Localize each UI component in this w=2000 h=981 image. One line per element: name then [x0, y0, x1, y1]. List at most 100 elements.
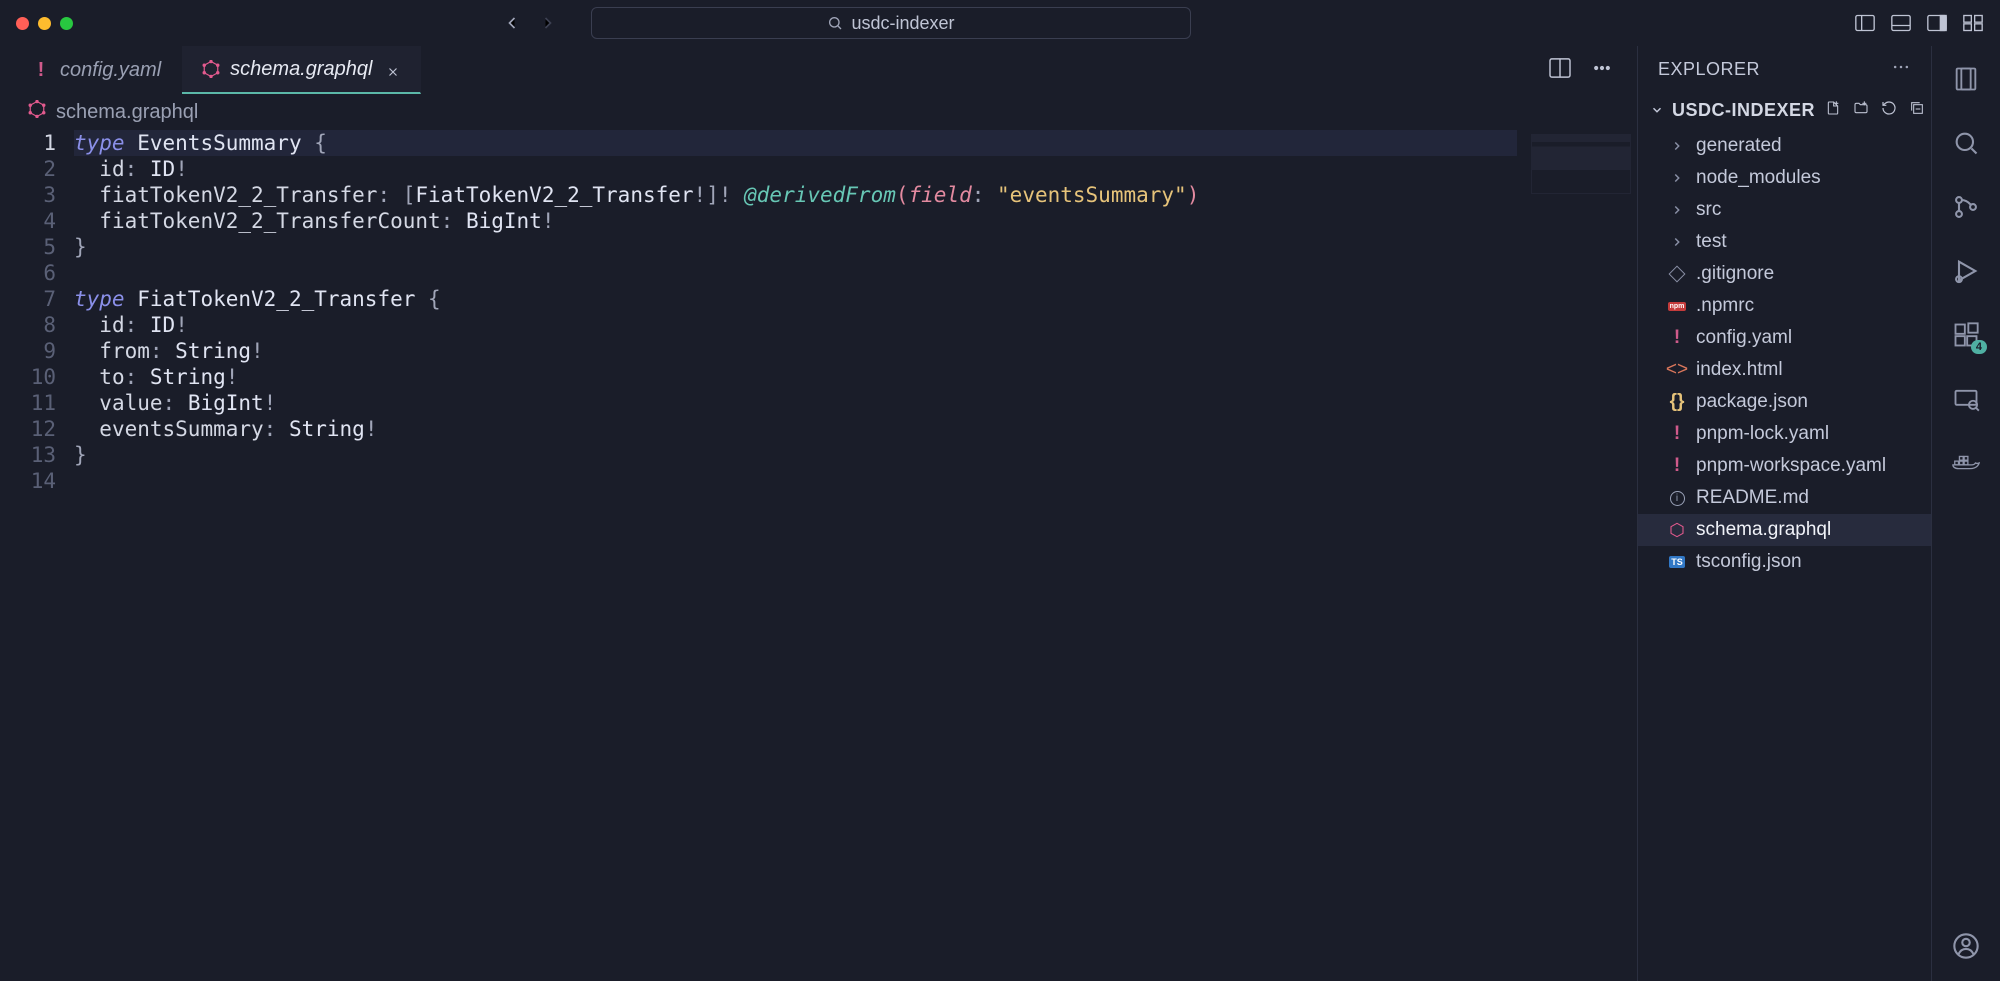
line-number: 13	[0, 442, 56, 468]
file-pnpm-lock-yaml[interactable]: !pnpm-lock.yaml	[1638, 418, 1931, 450]
activity-bar: 4	[1932, 46, 2000, 981]
search-activity-icon[interactable]	[1951, 128, 1981, 158]
minimap[interactable]	[1531, 134, 1631, 194]
gitignore-icon	[1668, 268, 1686, 280]
new-file-icon[interactable]	[1825, 100, 1841, 121]
source-control-activity-icon[interactable]	[1951, 192, 1981, 222]
code-line[interactable]: type EventsSummary {	[74, 130, 1637, 156]
extensions-update-badge: 4	[1971, 340, 1987, 354]
html-icon: <>	[1668, 359, 1686, 381]
file-README-md[interactable]: i README.md	[1638, 482, 1931, 514]
breadcrumb[interactable]: schema.graphql	[0, 94, 1637, 130]
panel-right-icon[interactable]	[1926, 13, 1948, 33]
line-number: 12	[0, 416, 56, 442]
editor-group: !config.yamlschema.graphql schema.graphq…	[0, 46, 1638, 981]
window-close-button[interactable]	[16, 17, 29, 30]
tab-bar: !config.yamlschema.graphql	[0, 46, 1637, 94]
folder-generated[interactable]: generated	[1638, 130, 1931, 162]
window-maximize-button[interactable]	[60, 17, 73, 30]
file-config-yaml[interactable]: !config.yaml	[1638, 322, 1931, 354]
file-schema-graphql[interactable]: schema.graphql	[1638, 514, 1931, 546]
arrow-left-icon	[502, 13, 522, 33]
file--npmrc[interactable]: npm .npmrc	[1638, 290, 1931, 322]
close-icon[interactable]	[386, 62, 400, 76]
folder-test[interactable]: test	[1638, 226, 1931, 258]
remote-activity-icon[interactable]	[1951, 384, 1981, 414]
tab-config-yaml[interactable]: !config.yaml	[12, 46, 182, 94]
line-number-gutter: 1234567891011121314	[0, 130, 74, 981]
line-number: 14	[0, 468, 56, 494]
tree-item-label: package.json	[1696, 391, 1808, 413]
code-line[interactable]: fiatTokenV2_2_Transfer: [FiatTokenV2_2_T…	[74, 182, 1637, 208]
run-debug-activity-icon[interactable]	[1951, 256, 1981, 286]
tree-item-label: pnpm-lock.yaml	[1696, 423, 1829, 445]
split-editor-icon[interactable]	[1549, 58, 1571, 82]
code-line[interactable]: from: String!	[74, 338, 1637, 364]
command-center-text: usdc-indexer	[851, 13, 954, 34]
explorer-sidebar: EXPLORER USDC-INDEXER generatednode_modu…	[1638, 46, 1932, 981]
extensions-activity-icon[interactable]: 4	[1951, 320, 1981, 350]
line-number: 10	[0, 364, 56, 390]
accounts-activity-icon[interactable]	[1951, 931, 1981, 961]
line-number: 3	[0, 182, 56, 208]
command-center-search[interactable]: usdc-indexer	[591, 7, 1191, 39]
editor-more-icon[interactable]	[1591, 58, 1613, 82]
tree-item-label: README.md	[1696, 487, 1809, 509]
npm-icon: npm	[1668, 302, 1686, 311]
tree-item-label: pnpm-workspace.yaml	[1696, 455, 1886, 477]
info-icon: i	[1668, 491, 1686, 506]
explorer-more-icon[interactable]	[1891, 57, 1911, 82]
panel-bottom-icon[interactable]	[1890, 13, 1912, 33]
editor-actions	[1549, 46, 1637, 94]
window-minimize-button[interactable]	[38, 17, 51, 30]
chevron-down-icon	[1650, 103, 1664, 117]
code-line[interactable]: eventsSummary: String!	[74, 416, 1637, 442]
title-bar: usdc-indexer	[0, 0, 2000, 46]
code-line[interactable]: to: String!	[74, 364, 1637, 390]
tree-item-label: .npmrc	[1696, 295, 1754, 317]
line-number: 6	[0, 260, 56, 286]
code-line[interactable]: id: ID!	[74, 156, 1637, 182]
nav-forward-button[interactable]	[537, 12, 559, 34]
docker-activity-icon[interactable]	[1951, 448, 1981, 478]
code-line[interactable]	[74, 468, 1637, 494]
yaml-icon: !	[32, 61, 50, 79]
file-tsconfig-json[interactable]: TStsconfig.json	[1638, 546, 1931, 578]
traffic-lights	[16, 17, 73, 30]
code-line[interactable]: }	[74, 442, 1637, 468]
yaml-icon: !	[1668, 455, 1686, 477]
file--gitignore[interactable]: .gitignore	[1638, 258, 1931, 290]
code-line[interactable]: fiatTokenV2_2_TransferCount: BigInt!	[74, 208, 1637, 234]
layout-grid-icon[interactable]	[1962, 13, 1984, 33]
explorer-activity-icon[interactable]	[1951, 64, 1981, 94]
explorer-root-row[interactable]: USDC-INDEXER	[1638, 92, 1931, 128]
code-editor[interactable]: 1234567891011121314 type EventsSummary {…	[0, 130, 1637, 981]
new-folder-icon[interactable]	[1853, 100, 1869, 121]
line-number: 1	[0, 130, 56, 156]
typescript-icon: TS	[1668, 556, 1686, 568]
folder-node_modules[interactable]: node_modules	[1638, 162, 1931, 194]
file-pnpm-workspace-yaml[interactable]: ! pnpm-workspace.yaml	[1638, 450, 1931, 482]
panel-left-icon[interactable]	[1854, 13, 1876, 33]
file-tree: generatednode_modulessrctest.gitignorenp…	[1638, 128, 1931, 981]
line-number: 8	[0, 312, 56, 338]
json-icon: {}	[1668, 391, 1686, 413]
chevron-right-icon	[1668, 235, 1686, 249]
code-body[interactable]: type EventsSummary { id: ID! fiatTokenV2…	[74, 130, 1637, 981]
breadcrumb-text: schema.graphql	[56, 101, 198, 124]
code-line[interactable]: type FiatTokenV2_2_Transfer {	[74, 286, 1637, 312]
tab-schema-graphql[interactable]: schema.graphql	[182, 46, 421, 94]
line-number: 9	[0, 338, 56, 364]
file-index-html[interactable]: <>index.html	[1638, 354, 1931, 386]
file-package-json[interactable]: {} package.json	[1638, 386, 1931, 418]
nav-back-button[interactable]	[501, 12, 523, 34]
code-line[interactable]	[74, 260, 1637, 286]
code-line[interactable]: id: ID!	[74, 312, 1637, 338]
code-line[interactable]: }	[74, 234, 1637, 260]
collapse-all-icon[interactable]	[1909, 100, 1925, 121]
search-icon	[827, 15, 843, 31]
refresh-icon[interactable]	[1881, 100, 1897, 121]
graphql-icon	[202, 60, 220, 78]
code-line[interactable]: value: BigInt!	[74, 390, 1637, 416]
folder-src[interactable]: src	[1638, 194, 1931, 226]
